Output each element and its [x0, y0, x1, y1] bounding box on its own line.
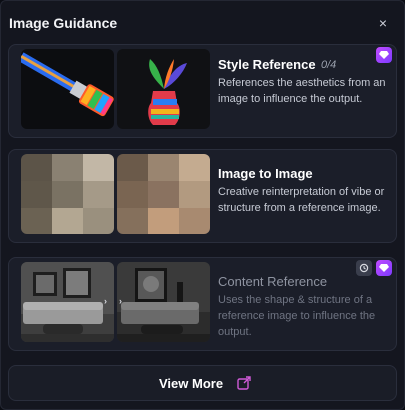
view-more-label: View More — [159, 376, 224, 391]
history-icon[interactable] — [356, 260, 372, 276]
vase-image — [117, 49, 210, 129]
panel-title: Image Guidance — [9, 15, 118, 31]
panel-header: Image Guidance × — [1, 1, 404, 43]
paintbrush-image — [21, 49, 114, 129]
style-reference-card[interactable]: Style Reference 0/4 References the aesth… — [8, 44, 397, 138]
living-room-image — [21, 262, 114, 342]
card-title: Content Reference — [218, 274, 328, 289]
card-description: References the aesthetics from an image … — [218, 77, 386, 105]
content-reference-card[interactable]: › › Content Reference Uses the shape & s… — [8, 257, 397, 351]
view-more-button[interactable]: View More — [8, 365, 397, 401]
premium-gem-icon — [376, 260, 392, 276]
content-reference-thumb-1: › — [21, 262, 114, 342]
external-link-icon — [237, 376, 251, 390]
card-title: Style Reference — [218, 57, 316, 72]
pixelated-image — [117, 154, 210, 234]
premium-gem-icon — [376, 47, 392, 63]
image-to-image-thumb-1 — [21, 154, 114, 234]
style-reference-thumb-vase — [117, 49, 210, 129]
card-description: Creative reinterpretation of vibe or str… — [218, 186, 385, 214]
image-to-image-card[interactable]: Image to Image Creative reinterpretation… — [8, 149, 397, 243]
close-icon[interactable]: × — [375, 15, 391, 31]
image-guidance-panel: Image Guidance × Style Reference 0/4 Ref… — [0, 0, 405, 410]
image-to-image-thumb-2 — [117, 154, 210, 234]
style-reference-thumb-brush — [21, 49, 114, 129]
arrow-icon: › — [104, 296, 107, 306]
pixelated-image — [21, 154, 114, 234]
card-description: Uses the shape & structure of a referenc… — [218, 294, 376, 338]
content-reference-thumb-2: › — [117, 262, 210, 342]
arrow-icon: › — [119, 296, 122, 306]
living-room-image — [117, 262, 210, 342]
style-reference-count: 0/4 — [321, 59, 337, 71]
card-title: Image to Image — [218, 166, 313, 181]
